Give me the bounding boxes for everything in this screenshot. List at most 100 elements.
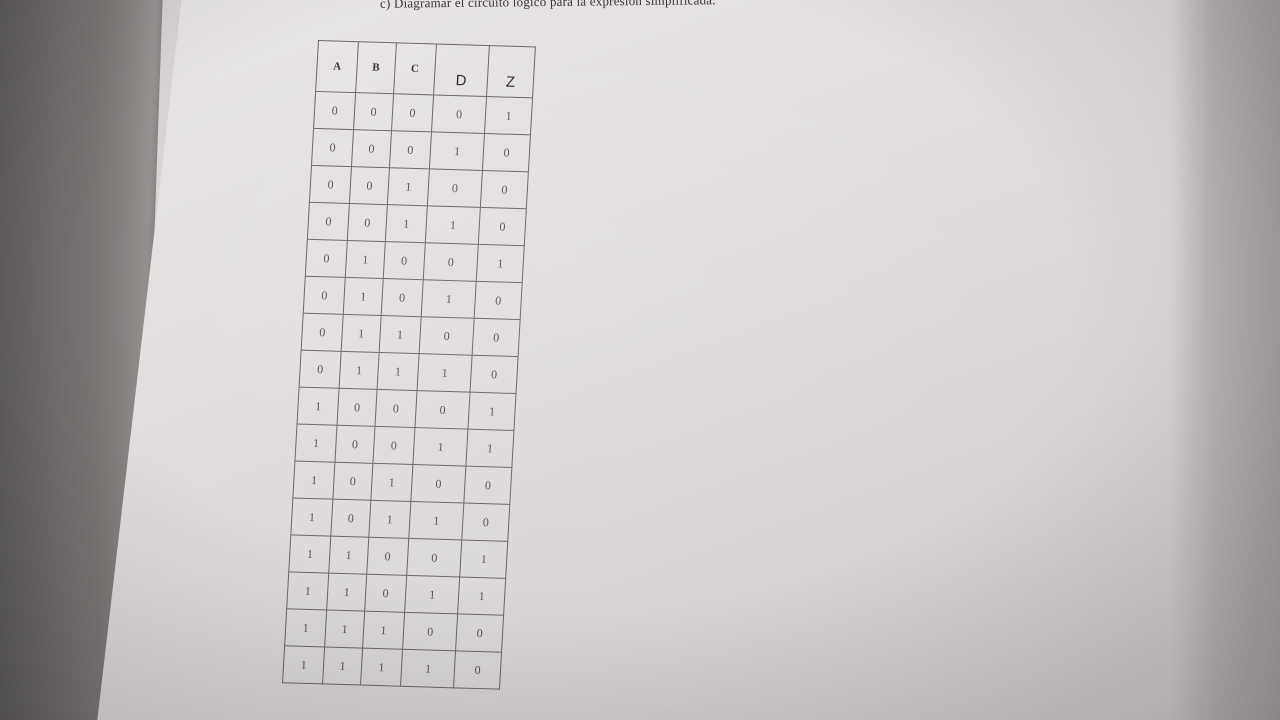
table-cell: 1 [292, 461, 336, 500]
table-cell: 1 [284, 608, 327, 647]
table-cell: 0 [331, 499, 371, 538]
table-cell: 1 [459, 539, 508, 579]
table-cell: 0 [311, 128, 354, 167]
table-row: 01100 [301, 313, 521, 357]
table-cell: 1 [322, 646, 363, 686]
table-cell: 0 [380, 278, 424, 317]
table-cell: 0 [474, 281, 523, 320]
photo-scene: c) Diagramar el circuito lógico para la … [0, 0, 1280, 720]
table-cell: 0 [364, 574, 407, 613]
table-cell: 0 [472, 318, 521, 357]
table-cell: 0 [431, 94, 487, 134]
table-cell: 1 [294, 424, 338, 463]
table-cell: 0 [347, 203, 388, 242]
table-cell: 0 [427, 168, 483, 208]
table-cell: 0 [307, 202, 350, 241]
table-row: 11110 [282, 645, 502, 690]
table-cell: 1 [400, 649, 456, 688]
truth-table-container: A B C D Z 000010001000100001100100101010… [282, 40, 536, 690]
paper-sheet [95, 0, 1205, 720]
table-cell: 0 [402, 612, 458, 651]
table-row: 10001 [297, 387, 516, 431]
table-cell: 0 [301, 313, 344, 352]
table-cell: 1 [466, 429, 514, 468]
table-row: 10110 [290, 497, 510, 542]
table-cell: 0 [303, 276, 346, 315]
table-cell: 1 [429, 131, 485, 171]
table-cell: 1 [404, 575, 460, 614]
table-row: 01110 [299, 350, 519, 394]
table-row: 00001 [313, 91, 533, 135]
header-cell-d: D [433, 44, 490, 97]
table-cell: 0 [464, 466, 512, 505]
header-cell-b: B [355, 41, 397, 94]
table-cell: 0 [299, 350, 342, 389]
table-row: 11001 [288, 534, 508, 579]
table-cell: 0 [419, 316, 475, 356]
table-cell: 0 [455, 613, 504, 653]
table-cell: 0 [423, 242, 479, 282]
table-row: 01010 [303, 276, 523, 320]
header-cell-c: C [393, 42, 437, 95]
table-cell: 0 [333, 462, 373, 501]
table-cell: 1 [339, 351, 379, 390]
table-cell: 1 [457, 576, 506, 616]
table-cell: 1 [286, 571, 329, 611]
table-cell: 0 [391, 93, 434, 132]
table-cell: 1 [297, 387, 340, 426]
header-cell-z: Z [486, 45, 536, 98]
truth-table-body: 0000100010001000011001001010100110001110… [282, 91, 533, 690]
table-cell: 0 [453, 650, 502, 690]
table-cell: 0 [313, 91, 356, 130]
table-cell: 0 [482, 133, 531, 172]
table-cell: 0 [406, 538, 462, 577]
table-cell: 1 [328, 536, 369, 575]
table-cell: 1 [288, 534, 332, 574]
table-cell: 1 [345, 240, 386, 279]
table-cell: 0 [351, 129, 392, 168]
table-cell: 0 [389, 130, 432, 169]
table-cell: 1 [421, 279, 477, 319]
table-row: 10011 [294, 424, 514, 468]
table-cell: 1 [408, 501, 465, 540]
table-row: 00010 [311, 128, 531, 172]
table-cell: 0 [372, 426, 415, 465]
table-cell: 0 [309, 165, 352, 204]
table-cell: 0 [410, 464, 467, 504]
table-row: 00110 [307, 202, 527, 246]
table-cell: 1 [360, 648, 403, 687]
table-row: 11100 [284, 608, 504, 653]
table-cell: 0 [335, 425, 375, 464]
table-row: 10100 [292, 461, 512, 505]
table-row: 01001 [305, 239, 525, 283]
table-cell: 1 [341, 314, 381, 353]
table-cell: 0 [353, 92, 394, 131]
table-cell: 1 [484, 96, 533, 135]
table-cell: 1 [417, 353, 473, 393]
sheet-edge [1170, 0, 1280, 720]
header-row: A B C D Z [315, 40, 536, 98]
table-cell: 1 [370, 463, 413, 502]
table-cell: 1 [412, 427, 469, 467]
table-cell: 1 [362, 611, 405, 650]
table-cell: 1 [385, 204, 428, 243]
table-cell: 0 [305, 239, 348, 278]
truth-table: A B C D Z 000010001000100001100100101010… [282, 40, 536, 690]
table-cell: 1 [387, 167, 430, 206]
table-cell: 0 [470, 355, 519, 394]
table-cell: 0 [366, 537, 409, 576]
table-cell: 1 [368, 500, 411, 539]
table-cell: 0 [349, 166, 390, 205]
table-cell: 0 [337, 388, 377, 427]
table-cell: 0 [480, 170, 529, 209]
table-cell: 1 [376, 352, 420, 391]
table-cell: 0 [374, 389, 418, 428]
table-row: 11011 [286, 571, 506, 616]
table-cell: 0 [383, 241, 426, 280]
table-cell: 0 [414, 390, 471, 430]
table-cell: 1 [476, 244, 525, 283]
table-cell: 1 [343, 277, 384, 316]
table-cell: 1 [425, 205, 481, 245]
table-row: 00100 [309, 165, 529, 209]
table-cell: 1 [324, 610, 365, 649]
